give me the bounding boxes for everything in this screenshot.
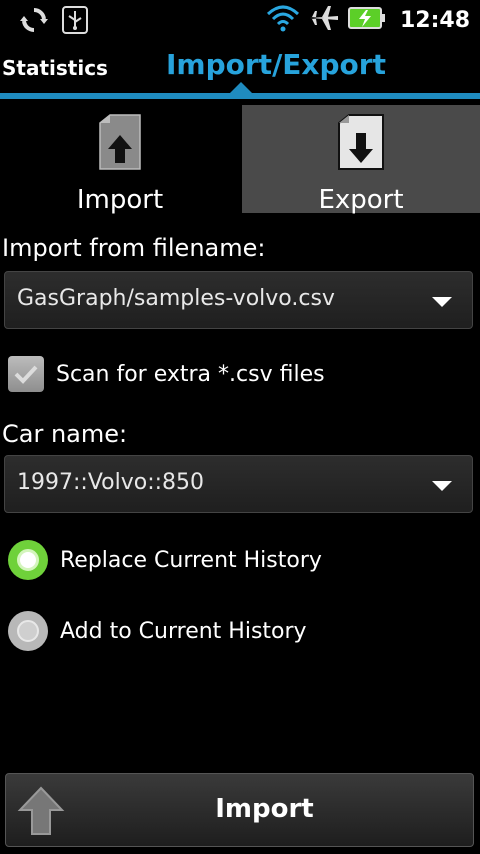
radio-replace-label: Replace Current History	[60, 547, 322, 573]
radio-add-history[interactable]: Add to Current History	[8, 611, 307, 651]
airplane-icon	[308, 4, 340, 36]
export-file-icon	[337, 113, 385, 171]
tab-export[interactable]: Export	[242, 105, 480, 215]
chevron-down-icon	[432, 297, 452, 307]
scan-checkbox[interactable]	[8, 356, 44, 392]
mode-tabs: Import Export	[0, 105, 480, 215]
car-name-label: Car name:	[2, 420, 128, 448]
import-button[interactable]: Import	[5, 773, 474, 847]
car-name-spinner[interactable]: 1997::Volvo::850	[4, 455, 473, 513]
scan-label: Scan for extra *.csv files	[56, 361, 325, 387]
filename-label: Import from filename:	[2, 234, 266, 262]
car-name-value: 1997::Volvo::850	[17, 470, 205, 495]
tab-import-export[interactable]: Import/Export	[166, 48, 386, 81]
battery-charging-icon	[347, 6, 386, 34]
tab-statistics[interactable]: Statistics	[2, 56, 108, 80]
status-bar: 12:48	[0, 0, 480, 38]
import-file-icon	[98, 113, 142, 171]
scan-option[interactable]: Scan for extra *.csv files	[8, 356, 325, 392]
filename-spinner[interactable]: GasGraph/samples-volvo.csv	[4, 271, 473, 329]
title-underline	[0, 93, 480, 99]
tab-export-label: Export	[318, 185, 404, 215]
checkmark-icon	[14, 365, 38, 384]
clock-time: 12:48	[399, 7, 470, 33]
usb-icon	[62, 6, 88, 38]
radio-replace-history[interactable]: Replace Current History	[8, 540, 322, 580]
radio-add-label: Add to Current History	[60, 618, 307, 644]
import-button-label: Import	[215, 794, 314, 824]
sync-icon	[20, 7, 48, 37]
radio-button-unselected[interactable]	[8, 611, 48, 651]
filename-value: GasGraph/samples-volvo.csv	[17, 286, 335, 311]
tab-import-label: Import	[76, 185, 164, 215]
wifi-icon	[266, 4, 300, 36]
chevron-down-icon	[432, 481, 452, 491]
tab-import[interactable]: Import	[0, 105, 240, 215]
radio-button-selected[interactable]	[8, 540, 48, 580]
